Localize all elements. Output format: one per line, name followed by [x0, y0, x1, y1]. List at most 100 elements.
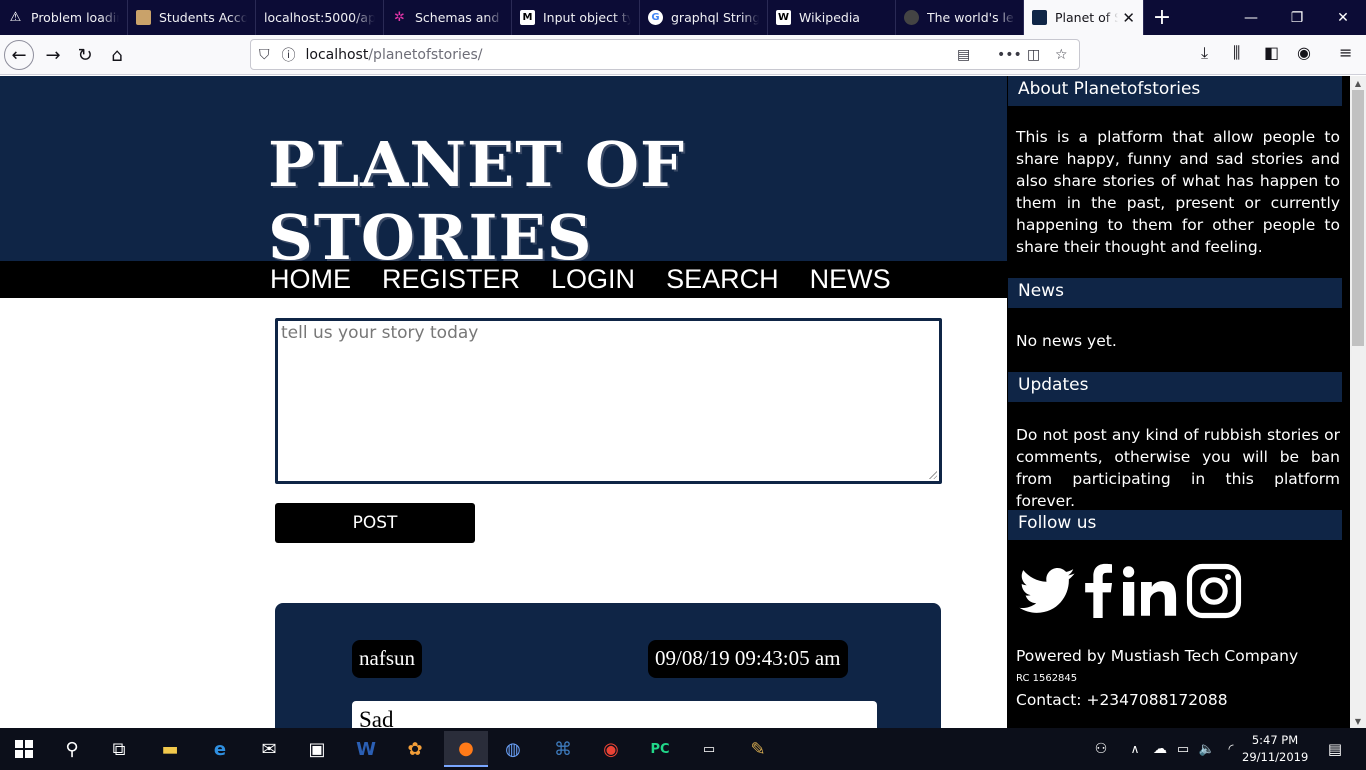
clock-date: 29/11/2019 [1242, 750, 1309, 764]
edge-icon[interactable]: e [205, 734, 235, 764]
scroll-up-icon[interactable]: ▲ [1350, 76, 1366, 90]
bookmark-star-icon[interactable]: ☆ [1055, 47, 1068, 63]
powered-by: Powered by Mustiash Tech Company [1016, 647, 1299, 665]
main-nav: HOME REGISTER LOGIN SEARCH NEWS [0, 261, 1007, 298]
nav-home[interactable]: HOME [270, 264, 351, 295]
browser-tab[interactable]: ⚠ Problem loading [0, 0, 128, 35]
close-tab-icon[interactable]: ✕ [1122, 9, 1135, 27]
paint-icon[interactable]: ✎ [743, 734, 773, 764]
about-heading: About Planetofstories [1008, 76, 1342, 106]
sidebar: About Planetofstories This is a platform… [1007, 76, 1350, 728]
browser-tab[interactable]: The world's lead [896, 0, 1024, 35]
site-header: PLANET OF STORIES [0, 76, 1007, 274]
tab-title: graphql String c [671, 10, 759, 25]
url-host: localhost [305, 46, 369, 63]
mail-icon[interactable]: ✉ [254, 734, 284, 764]
browser-tab[interactable]: W Wikipedia [768, 0, 896, 35]
python-icon[interactable]: ⌘ [548, 734, 578, 764]
story-card: nafsun 09/08/19 09:43:05 am Sad [275, 603, 941, 728]
sidebar-icon[interactable]: ◧ [1264, 43, 1279, 62]
scroll-thumb[interactable] [1352, 90, 1364, 346]
minimize-icon[interactable]: — [1228, 0, 1274, 35]
resize-handle[interactable] [928, 470, 937, 479]
app-icon[interactable]: ✿ [400, 734, 430, 764]
page: PLANET OF STORIES HOME REGISTER LOGIN SE… [0, 76, 1350, 728]
page-scrollbar[interactable]: ▲ ▼ [1350, 76, 1366, 728]
browser-tab[interactable]: Students Accour [128, 0, 256, 35]
account-icon[interactable]: ◉ [1297, 43, 1311, 62]
twitter-icon[interactable] [1019, 566, 1075, 616]
browser-tab-active[interactable]: Planet of Stor ✕ [1024, 0, 1144, 35]
firefox-icon[interactable]: ● [444, 731, 488, 767]
tab-title: Schemas and Ty [415, 10, 503, 25]
browser-nav-bar: ← → ↻ ⌂ ⛉ ⓘ localhost/planetofstories/ ▤… [0, 35, 1366, 75]
taskbar-clock[interactable]: 5:47 PM 29/11/2019 [1242, 732, 1308, 766]
search-icon[interactable]: ⚲ [57, 734, 87, 764]
nav-login[interactable]: LOGIN [551, 264, 635, 295]
instagram-icon[interactable] [1185, 562, 1243, 620]
new-tab-icon[interactable]: + [1144, 0, 1180, 35]
site-title: PLANET OF STORIES [268, 128, 685, 274]
chromium-icon[interactable]: ◍ [498, 734, 528, 764]
menu-icon[interactable]: ≡ [1339, 43, 1352, 62]
browser-tab[interactable]: M Input object typ [512, 0, 640, 35]
tab-title: Problem loading [31, 10, 119, 25]
graphql-icon: ✲ [394, 10, 405, 25]
task-view-icon[interactable]: ⧉ [104, 734, 134, 764]
story-category: Sad [352, 701, 877, 728]
chrome-icon[interactable]: ◉ [596, 734, 626, 764]
people-icon[interactable]: ⚇ [1086, 734, 1116, 764]
reader-view-icon[interactable]: ▤ [957, 47, 970, 63]
site-icon [1032, 10, 1047, 25]
forward-icon[interactable]: → [38, 40, 68, 70]
tab-title: The world's lead [927, 10, 1015, 25]
browser-tab[interactable]: ✲ Schemas and Ty [384, 0, 512, 35]
facebook-icon[interactable] [1083, 562, 1113, 618]
tab-title: Wikipedia [799, 10, 860, 25]
scroll-down-icon[interactable]: ▼ [1350, 714, 1366, 728]
medium-icon: M [520, 10, 535, 25]
tab-title: Input object typ [543, 10, 631, 25]
pocket-icon[interactable]: ◫ [1027, 47, 1040, 63]
rc-number: RC 1562845 [1016, 673, 1078, 684]
browser-tab[interactable]: localhost:5000/api/g [256, 0, 384, 35]
more-icon[interactable]: ••• [997, 47, 1022, 63]
terminal-icon[interactable]: ▭ [694, 734, 724, 764]
tab-title: localhost:5000/api/g [264, 10, 375, 25]
url-text: localhost/planetofstories/ [306, 47, 483, 63]
browser-tab[interactable]: G graphql String c [640, 0, 768, 35]
linkedin-icon[interactable] [1123, 564, 1177, 618]
windows-start-icon[interactable] [9, 734, 39, 764]
store-icon[interactable]: ▣ [302, 734, 332, 764]
warning-icon: ⚠ [9, 10, 22, 25]
pycharm-icon[interactable]: PC [645, 734, 675, 764]
back-icon[interactable]: ← [4, 40, 34, 70]
story-input[interactable] [275, 318, 942, 484]
tab-title: Students Accour [159, 10, 247, 25]
post-button[interactable]: POST [275, 503, 475, 543]
url-path: /planetofstories/ [368, 46, 483, 63]
library-icon[interactable]: ⫼ [1233, 43, 1240, 63]
restore-icon[interactable]: ❐ [1274, 0, 1320, 35]
file-explorer-icon[interactable]: ▬ [155, 734, 185, 764]
word-icon[interactable]: W [351, 734, 381, 764]
download-icon[interactable]: ⤓ [1201, 43, 1208, 63]
nav-search[interactable]: SEARCH [666, 264, 779, 295]
close-window-icon[interactable]: ✕ [1320, 0, 1366, 35]
follow-heading: Follow us [1008, 510, 1342, 540]
info-icon[interactable]: ⓘ [282, 45, 296, 65]
news-heading: News [1008, 278, 1342, 308]
google-icon: G [648, 10, 663, 25]
nav-news[interactable]: NEWS [810, 264, 891, 295]
about-text: This is a platform that allow people to … [1016, 128, 1340, 256]
url-bar[interactable]: ⛉ ⓘ localhost/planetofstories/ ▤ ••• ◫ ☆ [250, 39, 1080, 70]
nav-register[interactable]: REGISTER [382, 264, 520, 295]
taskbar: ⚲ ⧉ ▬ e ✉ ▣ W ✿ ● ◍ ⌘ ◉ PC ▭ ✎ ⚇ ∧ ☁ ▭ 🔈… [0, 728, 1366, 770]
clock-time: 5:47 PM [1251, 733, 1299, 747]
wikipedia-icon: W [776, 10, 791, 25]
home-icon[interactable]: ⌂ [102, 40, 132, 70]
reload-icon[interactable]: ↻ [70, 40, 100, 70]
shield-icon[interactable]: ⛉ [259, 47, 270, 63]
contact: Contact: +2347088172088 [1016, 691, 1228, 709]
notifications-icon[interactable]: ▤ [1320, 734, 1350, 764]
